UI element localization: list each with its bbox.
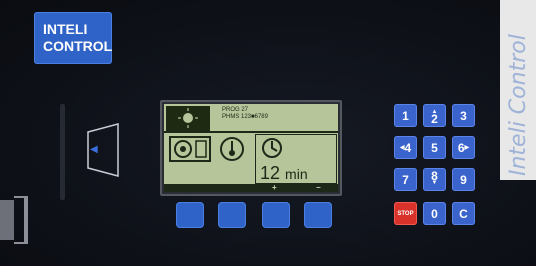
lcd-status-box xyxy=(166,106,210,131)
panel-divider xyxy=(60,104,65,200)
key-9-label: 9 xyxy=(460,172,467,187)
softkey-label-3: + xyxy=(272,183,277,192)
remaining-time: 12 min xyxy=(260,163,308,184)
key-8-label: 8 xyxy=(431,168,438,183)
key-0[interactable]: 0 xyxy=(423,202,446,225)
washing-drum-icon xyxy=(169,136,211,162)
key-1[interactable]: 1 xyxy=(394,104,417,127)
key-7-label: 7 xyxy=(402,172,409,187)
key-2-label: 2 xyxy=(431,111,438,126)
key-4-label: 4 xyxy=(404,140,412,155)
time-unit: min xyxy=(285,166,308,182)
side-label: Inteli Control xyxy=(506,34,531,176)
arrow-down-icon: ▼ xyxy=(431,179,438,186)
arrow-right-icon: ▶ xyxy=(464,145,470,151)
clear-label: C xyxy=(459,206,468,221)
spin-icon xyxy=(262,138,282,158)
softkey-4[interactable] xyxy=(304,202,332,228)
sun-icon xyxy=(178,108,198,128)
card-arrow-icon: ◀ xyxy=(90,144,98,155)
lcd-separator xyxy=(164,131,338,133)
key-1-label: 1 xyxy=(402,108,409,123)
side-label-strip: Inteli Control xyxy=(500,0,536,180)
program-info: PROG 27 PHMS 123■6789 xyxy=(222,107,268,121)
softkey-label-4: − xyxy=(316,183,321,192)
logo-line-2: CONTROL xyxy=(43,38,113,54)
softkey-3[interactable] xyxy=(262,202,290,228)
logo-line-1: INTELI xyxy=(43,21,88,37)
key-8-down[interactable]: 8 ▼ xyxy=(423,168,446,191)
key-3-label: 3 xyxy=(460,108,467,123)
clear-button[interactable]: C xyxy=(452,202,475,225)
softkey-label-bar xyxy=(164,184,338,192)
softkey-2[interactable] xyxy=(218,202,246,228)
stop-label: STOP xyxy=(397,210,414,217)
key-3[interactable]: 3 xyxy=(452,104,475,127)
key-2-up[interactable]: ▲ 2 xyxy=(423,104,446,127)
key-6-right[interactable]: 6 ▶ xyxy=(452,136,475,159)
temperature-icon xyxy=(220,137,244,161)
key-6-label: 6 xyxy=(457,140,465,155)
key-0-label: 0 xyxy=(431,206,438,221)
key-5-label: 5 xyxy=(431,140,438,155)
key-4-left[interactable]: ◀ 4 xyxy=(394,136,417,159)
program-line-2: PHMS 123■6789 xyxy=(222,114,268,120)
stop-button[interactable]: STOP xyxy=(394,202,417,225)
key-7[interactable]: 7 xyxy=(394,168,417,191)
brand-logo: INTELI CONTROL xyxy=(34,12,112,64)
program-line-1: PROG 27 xyxy=(222,107,249,113)
time-value: 12 xyxy=(260,163,281,183)
corner-bracket xyxy=(0,196,28,244)
softkey-1[interactable] xyxy=(176,202,204,228)
key-5[interactable]: 5 xyxy=(423,136,446,159)
key-9[interactable]: 9 xyxy=(452,168,475,191)
